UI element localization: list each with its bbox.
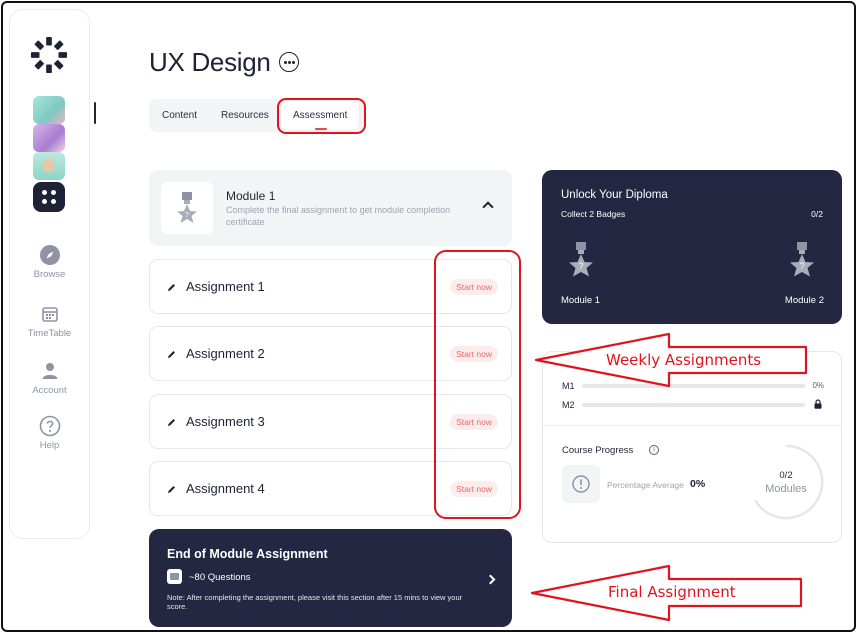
calendar-icon	[41, 307, 58, 322]
pencil-icon	[168, 351, 175, 358]
final-assignment-card[interactable]: End of Module Assignment ~80 Questions N…	[149, 529, 512, 627]
sidebar-item-browse[interactable]: Browse	[10, 244, 89, 280]
sidebar-item-account[interactable]: Account	[10, 360, 89, 396]
sidebar-item-label: TimeTable	[27, 328, 72, 339]
module-badge: ?	[161, 182, 213, 234]
user-icon	[42, 363, 57, 379]
course-thumbnail-1[interactable]	[33, 96, 65, 124]
apps-grid-button[interactable]	[33, 182, 65, 212]
annotation-highlight-tab	[277, 98, 366, 134]
folder-icon	[167, 569, 182, 584]
chevron-right-icon[interactable]	[485, 574, 496, 585]
sidebar-item-label: Browse	[33, 269, 66, 280]
diploma-subtitle: Collect 2 Badges	[561, 209, 626, 219]
percentage-average-label: Percentage Average	[607, 480, 684, 490]
diploma-title: Unlock Your Diploma	[561, 189, 668, 201]
module-progress-value: 0%	[812, 381, 824, 390]
svg-text:?: ?	[578, 261, 583, 271]
svg-text:?: ?	[799, 261, 804, 271]
module-description: Complete the final assignment to get mod…	[226, 205, 451, 227]
course-progress-title: Course Progress	[562, 445, 634, 456]
modules-count: 0/2	[779, 470, 793, 481]
assignment-name: Assignment 1	[186, 279, 265, 294]
course-thumbnail-3[interactable]	[33, 152, 65, 180]
help-icon	[39, 415, 60, 437]
sidebar-item-timetable[interactable]: TimeTable	[10, 303, 89, 339]
tab-content[interactable]: Content	[162, 99, 197, 132]
sidebar-item-label: Account	[32, 385, 67, 396]
sidebar-item-label: Help	[39, 440, 60, 451]
annotation-final-label: Final Assignment	[608, 583, 736, 601]
info-icon[interactable]: i	[649, 445, 659, 455]
annotation-weekly-label: Weekly Assignments	[606, 351, 762, 369]
pencil-icon	[168, 486, 175, 493]
pencil-icon	[168, 419, 175, 426]
page-title: UX Design	[149, 47, 271, 77]
app-window: Browse TimeTable Account Help UX Design …	[1, 1, 856, 632]
badge-label-module-1: Module 1	[561, 295, 601, 306]
chevron-up-icon[interactable]	[482, 201, 494, 213]
course-thumbnail-2[interactable]	[33, 124, 65, 152]
lock-icon	[814, 399, 822, 409]
divider	[543, 425, 841, 426]
final-assignment-note: Note: After completing the assignment, p…	[167, 593, 463, 611]
sidebar-item-help[interactable]: Help	[10, 415, 89, 451]
diploma-card: Unlock Your Diploma Collect 2 Badges 0/2…	[542, 170, 842, 324]
active-indicator	[94, 102, 96, 124]
percentage-average-value: 0%	[690, 478, 706, 490]
medal-icon: ?	[177, 192, 197, 223]
medal-icon: ?	[569, 242, 593, 277]
tab-resources[interactable]: Resources	[221, 99, 269, 132]
module-progress-bar	[582, 403, 805, 407]
annotation-highlight-start-buttons	[434, 250, 521, 519]
assignment-name: Assignment 3	[186, 414, 265, 429]
module-header[interactable]: ? Module 1 Complete the final assignment…	[149, 170, 512, 246]
more-options-button[interactable]	[279, 52, 299, 72]
logo-icon	[30, 36, 68, 74]
badge-count: 0/2	[811, 209, 823, 219]
modules-label: Modules	[765, 483, 807, 495]
final-assignment-title: End of Module Assignment	[167, 547, 328, 561]
alert-box	[562, 465, 600, 503]
modules-progress-ring	[753, 444, 824, 520]
module-title: Module 1	[226, 189, 276, 203]
assignment-name: Assignment 4	[186, 481, 265, 496]
compass-icon	[39, 245, 60, 265]
question-count: ~80 Questions	[189, 572, 251, 583]
svg-text:?: ?	[185, 212, 189, 219]
sidebar: Browse TimeTable Account Help	[9, 9, 96, 539]
badge-label-module-2: Module 2	[784, 295, 824, 306]
alert-icon	[572, 475, 590, 493]
assignment-name: Assignment 2	[186, 346, 265, 361]
medal-icon: ?	[790, 242, 814, 277]
module-progress-label: M2	[562, 400, 575, 410]
pencil-icon	[165, 281, 178, 294]
